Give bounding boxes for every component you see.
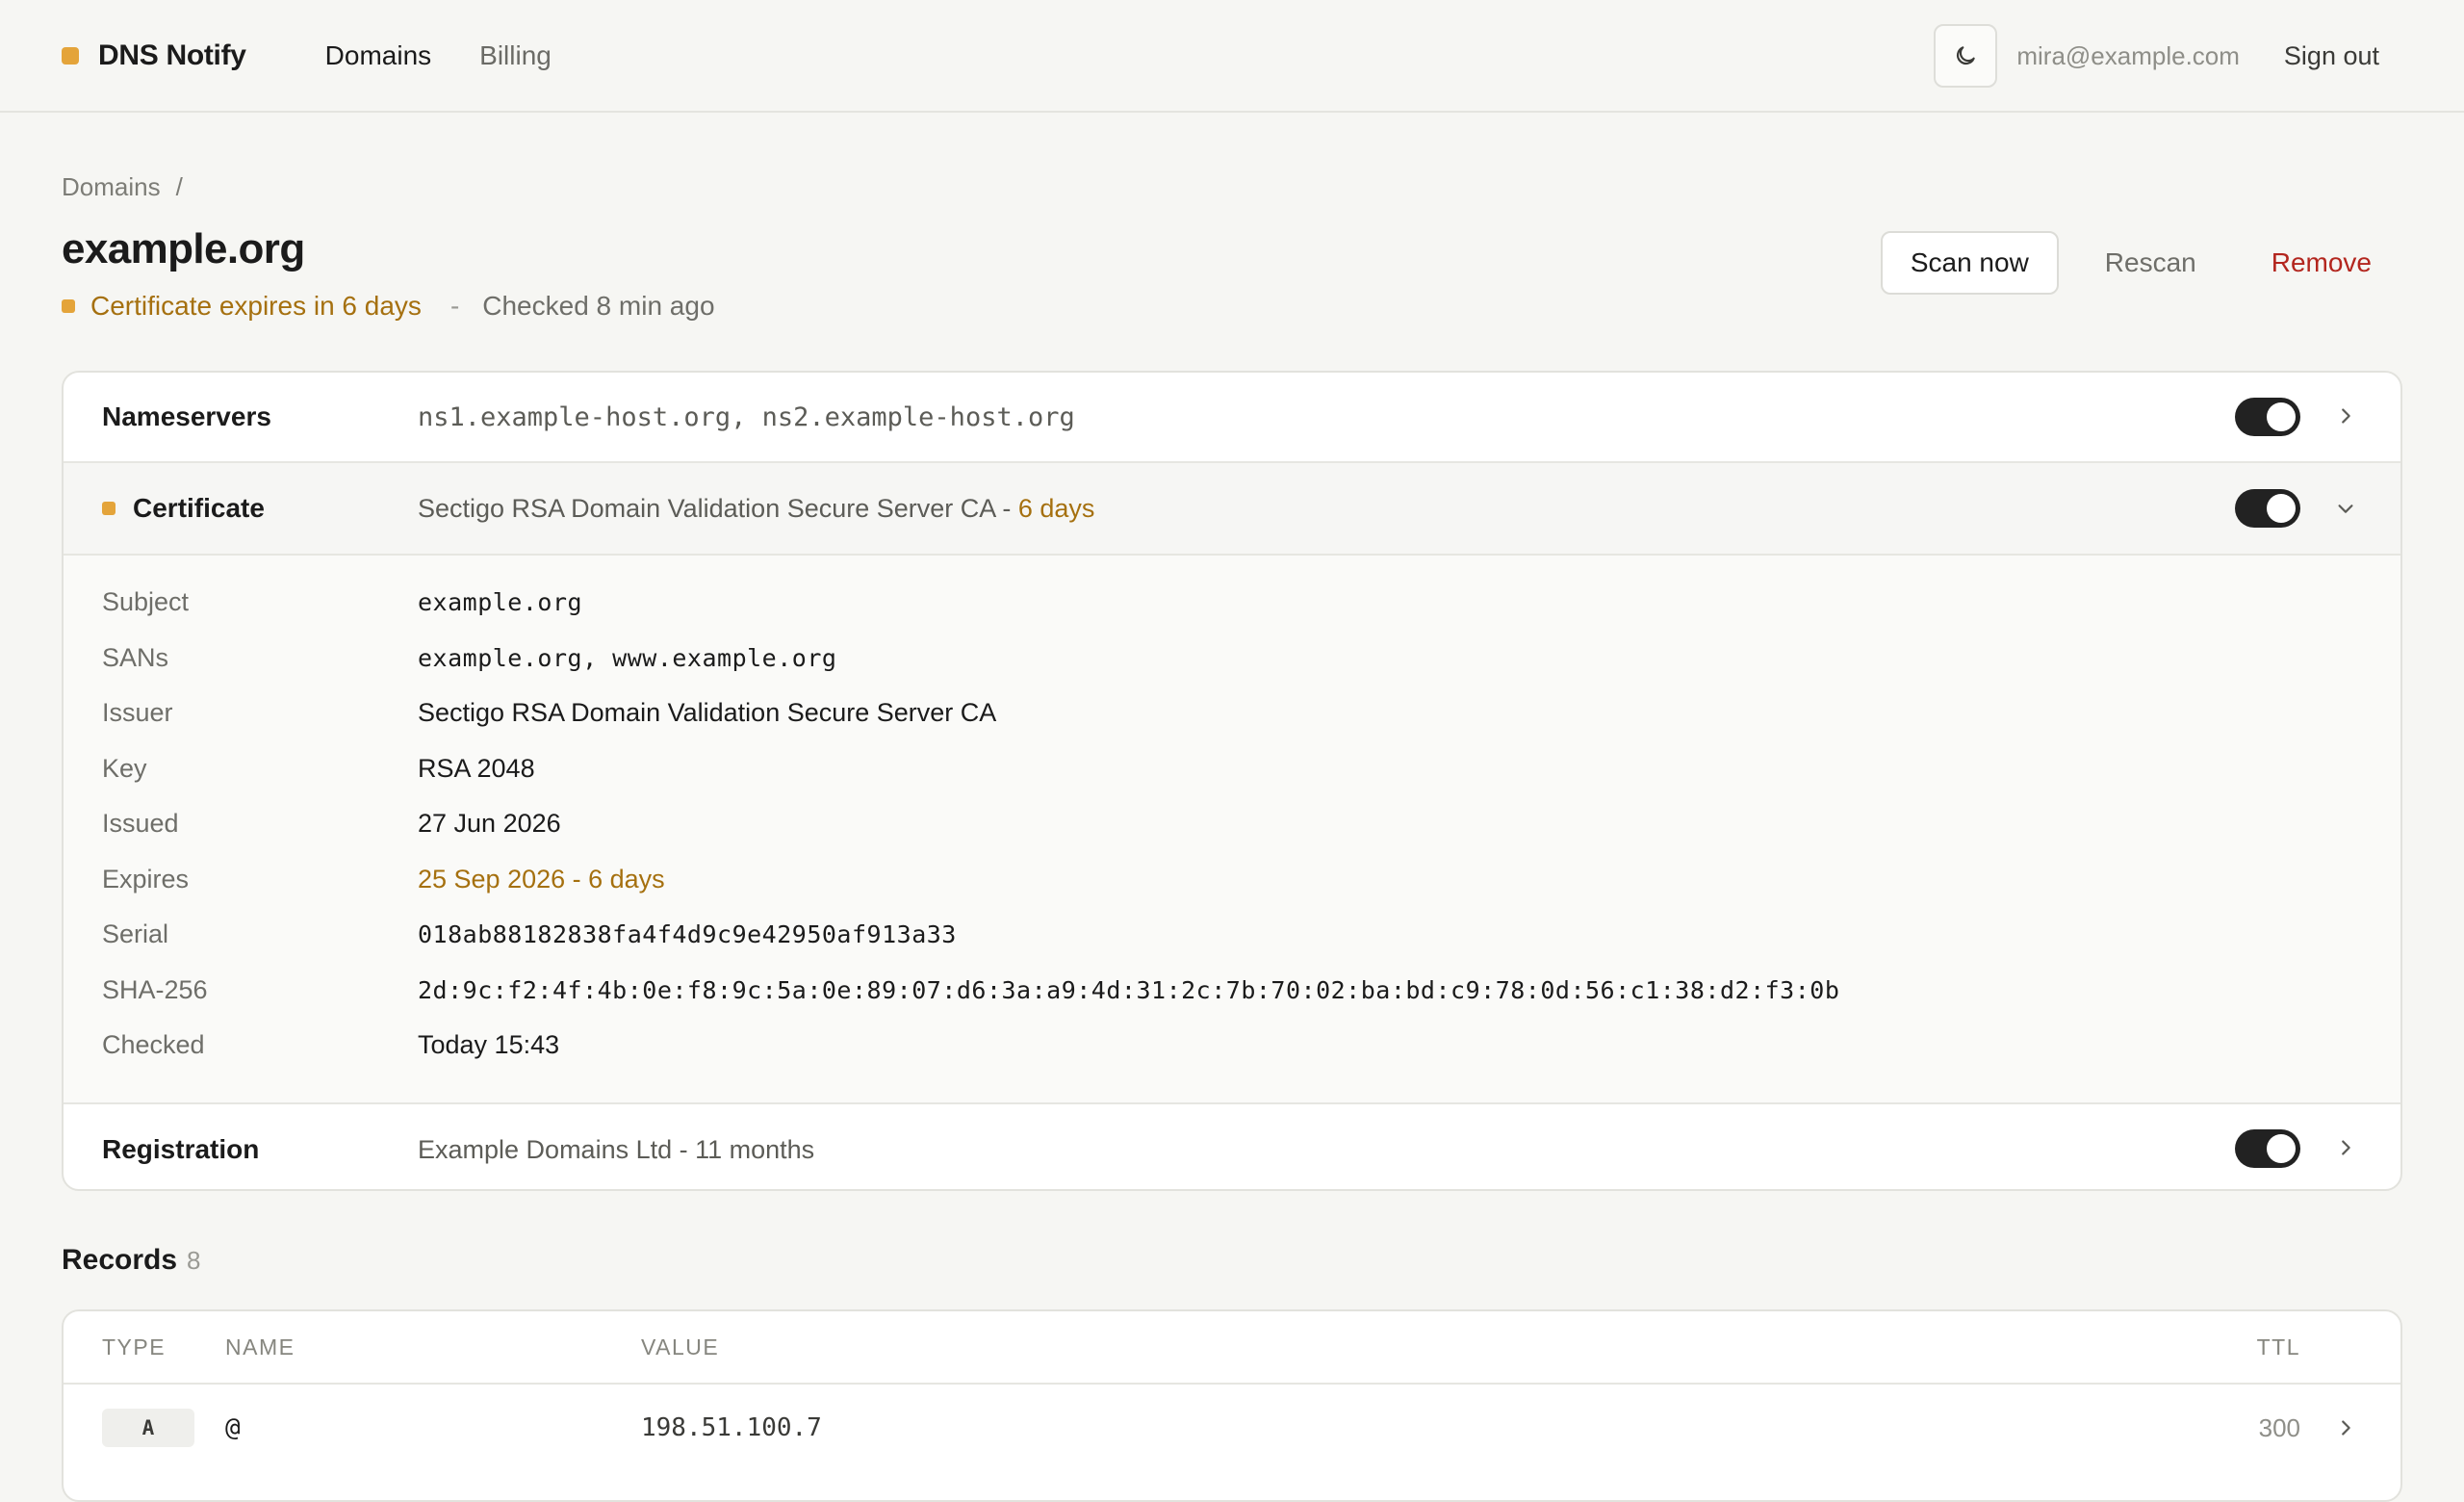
domain-actions: Scan now Rescan Remove	[1880, 231, 2402, 295]
check-label: Registration	[102, 1134, 260, 1164]
moon-icon	[1957, 46, 1976, 65]
detail-row-serial: Serial 018ab88182838fa4f4d9c9e42950af913…	[64, 907, 2400, 963]
sign-out-button[interactable]: Sign out	[2284, 41, 2379, 71]
theme-toggle-button[interactable]	[1934, 24, 1998, 88]
rescan-button[interactable]: Rescan	[2105, 247, 2196, 278]
nameservers-toggle[interactable]	[2235, 398, 2300, 436]
detail-value: example.org	[418, 588, 583, 617]
record-name: @	[225, 1413, 241, 1442]
check-label: Nameservers	[102, 401, 271, 431]
record-ttl: 300	[2258, 1412, 2300, 1442]
detail-label: Subject	[102, 587, 190, 617]
brand-logo-icon	[62, 46, 79, 65]
scan-now-button[interactable]: Scan now	[1880, 231, 2059, 295]
records-table: TYPE NAME VALUE TTL A @ 198.51.100.7 300	[62, 1309, 2402, 1502]
check-row-certificate[interactable]: Certificate Sectigo RSA Domain Validatio…	[64, 463, 2400, 556]
brand[interactable]: DNS Notify	[62, 39, 246, 72]
detail-row-issued: Issued 27 Jun 2026	[64, 796, 2400, 852]
record-type-badge: A	[102, 1409, 194, 1447]
records-count: 8	[187, 1246, 201, 1275]
check-value: Sectigo RSA Domain Validation Secure Ser…	[418, 494, 1094, 524]
domain-status: Certificate expires in 6 days - Checked …	[62, 291, 2402, 322]
detail-row-issuer: Issuer Sectigo RSA Domain Validation Sec…	[64, 686, 2400, 741]
certificate-details: Subject example.org SANs example.org, ww…	[64, 556, 2400, 1104]
records-heading: Records 8	[62, 1244, 201, 1277]
main-nav: Domains Billing	[325, 40, 552, 71]
detail-row-sha256: SHA-256 2d:9c:f2:4f:4b:0e:f8:9c:5a:0e:89…	[64, 963, 2400, 1019]
detail-label: Checked	[102, 1030, 205, 1060]
status-separator: -	[449, 291, 460, 321]
detail-label: Key	[102, 753, 147, 783]
detail-value: example.org, www.example.org	[418, 643, 837, 672]
breadcrumb: Domains /	[62, 172, 2402, 202]
detail-row-sans: SANs example.org, www.example.org	[64, 631, 2400, 686]
nav-item-billing[interactable]: Billing	[479, 40, 552, 71]
detail-row-key: Key RSA 2048	[64, 741, 2400, 797]
user-area: mira@example.com Sign out	[1934, 24, 2379, 88]
remove-button[interactable]: Remove	[2272, 247, 2372, 278]
detail-row-checked: Checked Today 15:43	[64, 1018, 2400, 1074]
top-bar: DNS Notify Domains Billing mira@example.…	[0, 0, 2464, 113]
detail-value: 2d:9c:f2:4f:4b:0e:f8:9c:5a:0e:89:07:d6:3…	[418, 975, 1840, 1004]
detail-value: 25 Sep 2026 - 6 days	[418, 864, 665, 893]
warning-status-dot	[102, 502, 116, 515]
certificate-issuer: Sectigo RSA Domain Validation Secure Ser…	[418, 493, 995, 523]
records-title: Records	[62, 1244, 178, 1276]
check-row-nameservers[interactable]: Nameservers ns1.example-host.org, ns2.ex…	[64, 373, 2400, 463]
detail-value: 018ab88182838fa4f4d9c9e42950af913a33	[418, 920, 957, 949]
chevron-right-icon[interactable]	[2335, 405, 2356, 427]
column-header-value[interactable]: VALUE	[641, 1334, 719, 1360]
certificate-dash: -	[994, 493, 1018, 523]
detail-value: Sectigo RSA Domain Validation Secure Ser…	[418, 698, 997, 728]
check-value: Example Domains Ltd - 11 months	[418, 1134, 815, 1164]
last-checked-text: Checked 8 min ago	[482, 291, 715, 321]
check-label: Certificate	[133, 493, 265, 523]
detail-label: SANs	[102, 642, 169, 672]
breadcrumb-separator: /	[175, 172, 183, 201]
detail-value: RSA 2048	[418, 753, 535, 783]
detail-label: SHA-256	[102, 974, 208, 1004]
certificate-remaining: 6 days	[1017, 493, 1095, 523]
detail-label: Serial	[102, 919, 169, 949]
chevron-right-icon[interactable]	[2335, 1137, 2356, 1158]
certificate-toggle[interactable]	[2235, 489, 2300, 528]
table-header: TYPE NAME VALUE TTL	[64, 1311, 2400, 1385]
nav-item-domains[interactable]: Domains	[325, 40, 431, 71]
warning-status-dot	[62, 299, 75, 313]
brand-name: DNS Notify	[98, 39, 246, 71]
detail-label: Issuer	[102, 698, 173, 728]
check-label-wrap: Certificate	[64, 493, 418, 524]
column-header-name[interactable]: NAME	[225, 1334, 295, 1360]
chevron-down-icon[interactable]	[2335, 498, 2356, 519]
detail-label: Expires	[102, 864, 190, 893]
column-header-ttl[interactable]: TTL	[2257, 1334, 2300, 1360]
chevron-right-icon[interactable]	[2335, 1417, 2356, 1438]
checks-card: Nameservers ns1.example-host.org, ns2.ex…	[62, 371, 2402, 1191]
record-value: 198.51.100.7	[641, 1413, 822, 1442]
detail-row-expires: Expires 25 Sep 2026 - 6 days	[64, 852, 2400, 908]
registration-toggle[interactable]	[2235, 1129, 2300, 1168]
check-row-registration[interactable]: Registration Example Domains Ltd - 11 mo…	[64, 1104, 2400, 1189]
detail-value: Today 15:43	[418, 1030, 560, 1060]
detail-label: Issued	[102, 809, 179, 839]
detail-value: 27 Jun 2026	[418, 809, 561, 839]
certificate-status-text: Certificate expires in 6 days	[90, 291, 422, 321]
detail-row-subject: Subject example.org	[64, 575, 2400, 631]
table-row[interactable]: A @ 198.51.100.7 300	[64, 1385, 2400, 1471]
breadcrumb-domains-link[interactable]: Domains	[62, 172, 161, 202]
user-email: mira@example.com	[2016, 40, 2240, 70]
check-value: ns1.example-host.org, ns2.example-host.o…	[418, 401, 1075, 432]
column-header-type[interactable]: TYPE	[102, 1334, 166, 1360]
